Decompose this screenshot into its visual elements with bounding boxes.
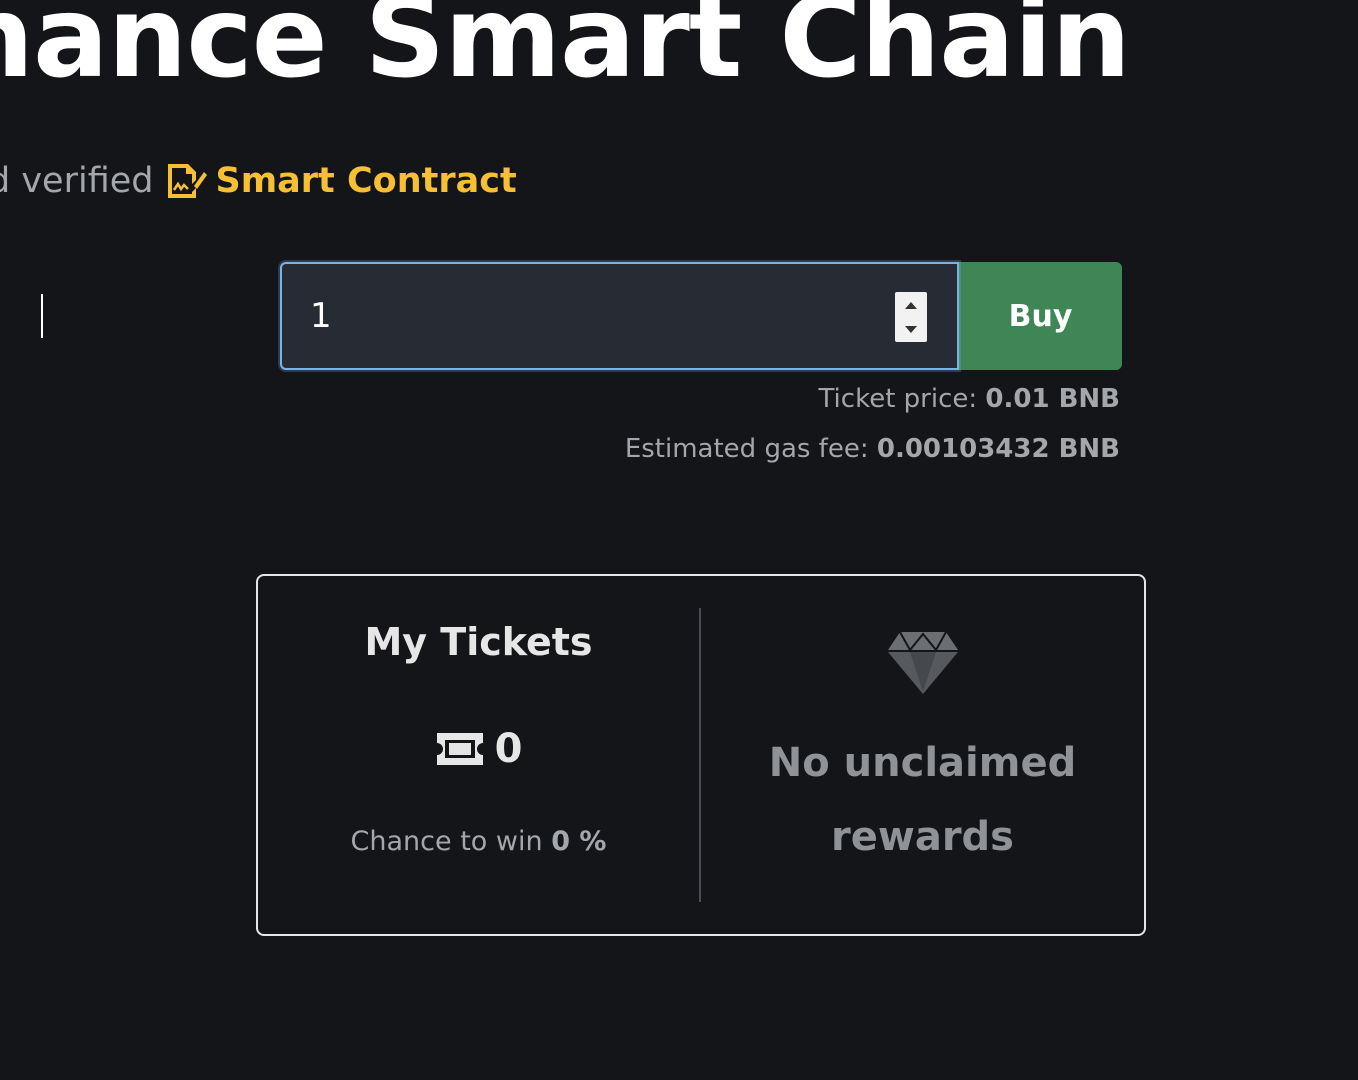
quantity-stepper[interactable]: [895, 292, 927, 342]
verified-text: d verified: [0, 161, 154, 201]
ticket-price-value: 0.01 BNB: [985, 384, 1120, 414]
increment-button[interactable]: [895, 292, 927, 317]
smart-contract-label: Smart Contract: [215, 161, 517, 201]
no-rewards-message: No unclaimed rewards: [768, 740, 1077, 860]
gas-fee: Estimated gas fee: 0.00103432 BNB: [625, 434, 1120, 464]
caret-up-icon: [905, 301, 917, 309]
purchase-form: Buy: [280, 262, 1122, 370]
ticket-count-value: 0: [494, 726, 523, 772]
gem-icon: [887, 631, 958, 694]
ticket-quantity-input[interactable]: [310, 292, 870, 340]
rewards-panel: No unclaimed rewards: [701, 576, 1144, 934]
my-tickets-panel: My Tickets 0 Chance to win 0 %: [258, 576, 699, 934]
ticket-icon: [436, 733, 483, 765]
ticket-count: 0: [258, 726, 699, 772]
win-chance: Chance to win 0 %: [258, 826, 699, 857]
win-chance-label: Chance to win: [350, 826, 543, 857]
verification-line: d verified Smart Contract: [0, 156, 517, 206]
ticket-price-label: Ticket price:: [818, 384, 978, 414]
ticket-quantity-field: [280, 262, 959, 370]
file-signature-icon: [167, 164, 207, 198]
gas-fee-value: 0.00103432 BNB: [876, 434, 1120, 464]
text-cursor: [41, 294, 43, 338]
page-title: nance Smart Chain: [0, 0, 1131, 103]
stats-card: My Tickets 0 Chance to win 0 % No unclai…: [256, 574, 1146, 936]
my-tickets-heading: My Tickets: [364, 620, 593, 664]
lottery-page: nance Smart Chain d verified Smart Contr…: [0, 0, 1358, 1080]
gas-fee-label: Estimated gas fee:: [624, 434, 869, 464]
smart-contract-link[interactable]: Smart Contract: [166, 156, 517, 206]
buy-button[interactable]: Buy: [959, 262, 1122, 370]
decrement-button[interactable]: [895, 317, 927, 342]
caret-down-icon: [905, 325, 917, 333]
ticket-price: Ticket price: 0.01 BNB: [818, 384, 1120, 414]
win-chance-value: 0 %: [551, 826, 607, 857]
